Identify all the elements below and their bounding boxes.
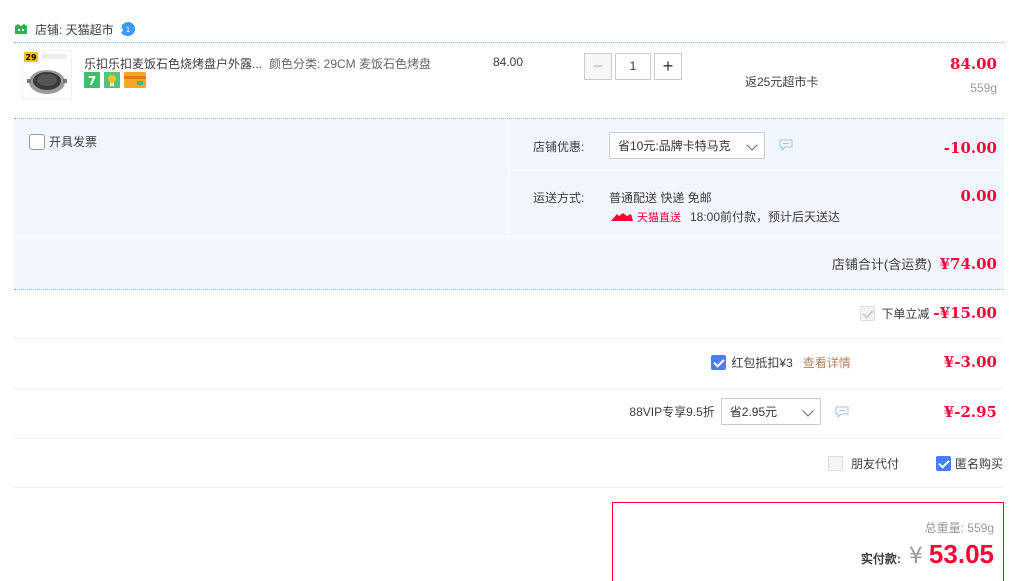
shipping-method: 普通配送 快递 免邮 [609,191,712,205]
friend-pay-label: 朋友代付 [851,457,900,471]
item-weight: 559g [970,81,997,95]
red-packet-details-link[interactable]: 查看详情 [803,354,851,371]
red-packet-row: 红包抵扣¥3 查看详情 ¥-3.00 [711,353,997,371]
shop-divider [14,42,1004,43]
panel-bottom-divider [14,289,1004,290]
anonymous-purchase-option[interactable]: 匿名购买 [936,455,1003,472]
row-divider [14,388,1004,389]
panel-divider [508,170,1004,171]
svg-text:29: 29 [25,53,37,62]
product-sku: 颜色分类: 29CM 麦饭石色烤盘 [269,57,432,71]
vip-selected: 省2.95元 [729,405,778,419]
shipping-tag: 天猫直送 18:00前付款，预计后天送达 [609,208,840,225]
actual-payment-amount: 53.05 [928,539,994,569]
product-thumbnail[interactable]: 29 [22,50,72,100]
shipping-fee: 0.00 [960,187,997,205]
red-packet-checkbox[interactable] [711,354,727,370]
total-weight: 总重量: 559g [924,521,994,535]
vip-discount-row: 88VIP专享9.5折 省2.95元 ¥-2.95 [629,398,997,425]
friend-pay-option[interactable]: 朋友代付 [828,455,899,472]
quantity-input[interactable]: 1 [615,53,651,80]
chevron-down-icon [802,405,814,417]
shop-discount-amount: -10.00 [943,139,997,157]
tmall-direct-badge: 天猫直送 [609,209,681,225]
quantity-stepper: − 1 + [584,53,682,80]
panel-divider [14,236,1004,237]
anonymous-label: 匿名购买 [955,457,1004,471]
service-badges: 7 [84,72,146,88]
row-divider [14,438,1004,439]
invoice-checkbox[interactable] [29,133,45,150]
decrease-quantity-button[interactable]: − [584,53,612,80]
tmall-cat-icon [611,212,633,221]
credit-card-icon[interactable] [124,72,146,88]
tmall-shop-icon [15,23,27,34]
item-total: 84.00 [950,55,997,73]
7-day-return-icon[interactable]: 7 [84,72,100,88]
red-packet-label: 红包抵扣¥3 [731,355,793,370]
actual-payment: 实付款: ¥ 53.05 [861,539,994,570]
row-divider [14,338,1004,339]
rebate-text: 返25元超市卡 [745,75,819,89]
panel-divider [508,119,509,236]
message-icon[interactable] [835,406,849,418]
shop-name[interactable]: 店铺: 天猫超市 [35,21,114,38]
unit-price: 84.00 [493,55,524,69]
invoice-label: 开具发票 [49,135,98,149]
shop-discount-label: 店铺优惠: [533,140,585,154]
vip-discount-select[interactable]: 省2.95元 [720,398,821,425]
svg-text:7: 7 [88,74,96,88]
product-title[interactable]: 乐扣乐扣麦饭石色烧烤盘户外露... [84,55,262,72]
shop-discount-selected: 省10元:品牌卡特马克 [618,139,731,153]
row-divider [14,487,1004,488]
shop-total-label: 店铺合计(含运费) [831,257,932,272]
actual-payment-label: 实付款: [860,552,901,566]
grill-pan-image: 29 [24,52,67,94]
tmall-direct-label: 天猫直送 [637,211,681,224]
shop-header: 店铺: 天猫超市 1 [14,18,136,40]
shop-total: 店铺合计(含运费) ¥74.00 [832,254,997,273]
shipping-eta: 18:00前付款，预计后天送达 [690,210,841,224]
vip-label: 88VIP专享9.5折 [629,405,715,419]
order-instant-value: -¥15.00 [933,304,997,322]
anonymous-checkbox[interactable] [936,456,951,471]
chevron-down-icon [746,139,758,151]
invoice-option[interactable]: 开具发票 [29,133,97,150]
order-instant-discount-row: 下单立减 -¥15.00 [860,304,997,322]
currency-symbol: ¥ [908,544,923,569]
shop-total-value: ¥74.00 [939,255,997,273]
message-icon[interactable] [779,139,793,151]
svg-text:1: 1 [125,26,129,34]
wangwang-chat-icon[interactable]: 1 [120,21,136,37]
shop-discount-select[interactable]: 省10元:品牌卡特马克 [609,132,765,159]
payment-summary: 总重量: 559g 实付款: ¥ 53.05 [612,502,1004,581]
guarantee-icon[interactable] [104,72,120,88]
order-instant-label: 下单立减 [881,306,930,321]
order-instant-checkbox[interactable] [860,305,876,321]
friend-pay-checkbox[interactable] [828,456,843,471]
increase-quantity-button[interactable]: + [654,53,682,80]
shipping-label: 运送方式: [533,191,585,205]
vip-value: ¥-2.95 [943,402,997,421]
red-packet-value: ¥-3.00 [943,353,997,371]
